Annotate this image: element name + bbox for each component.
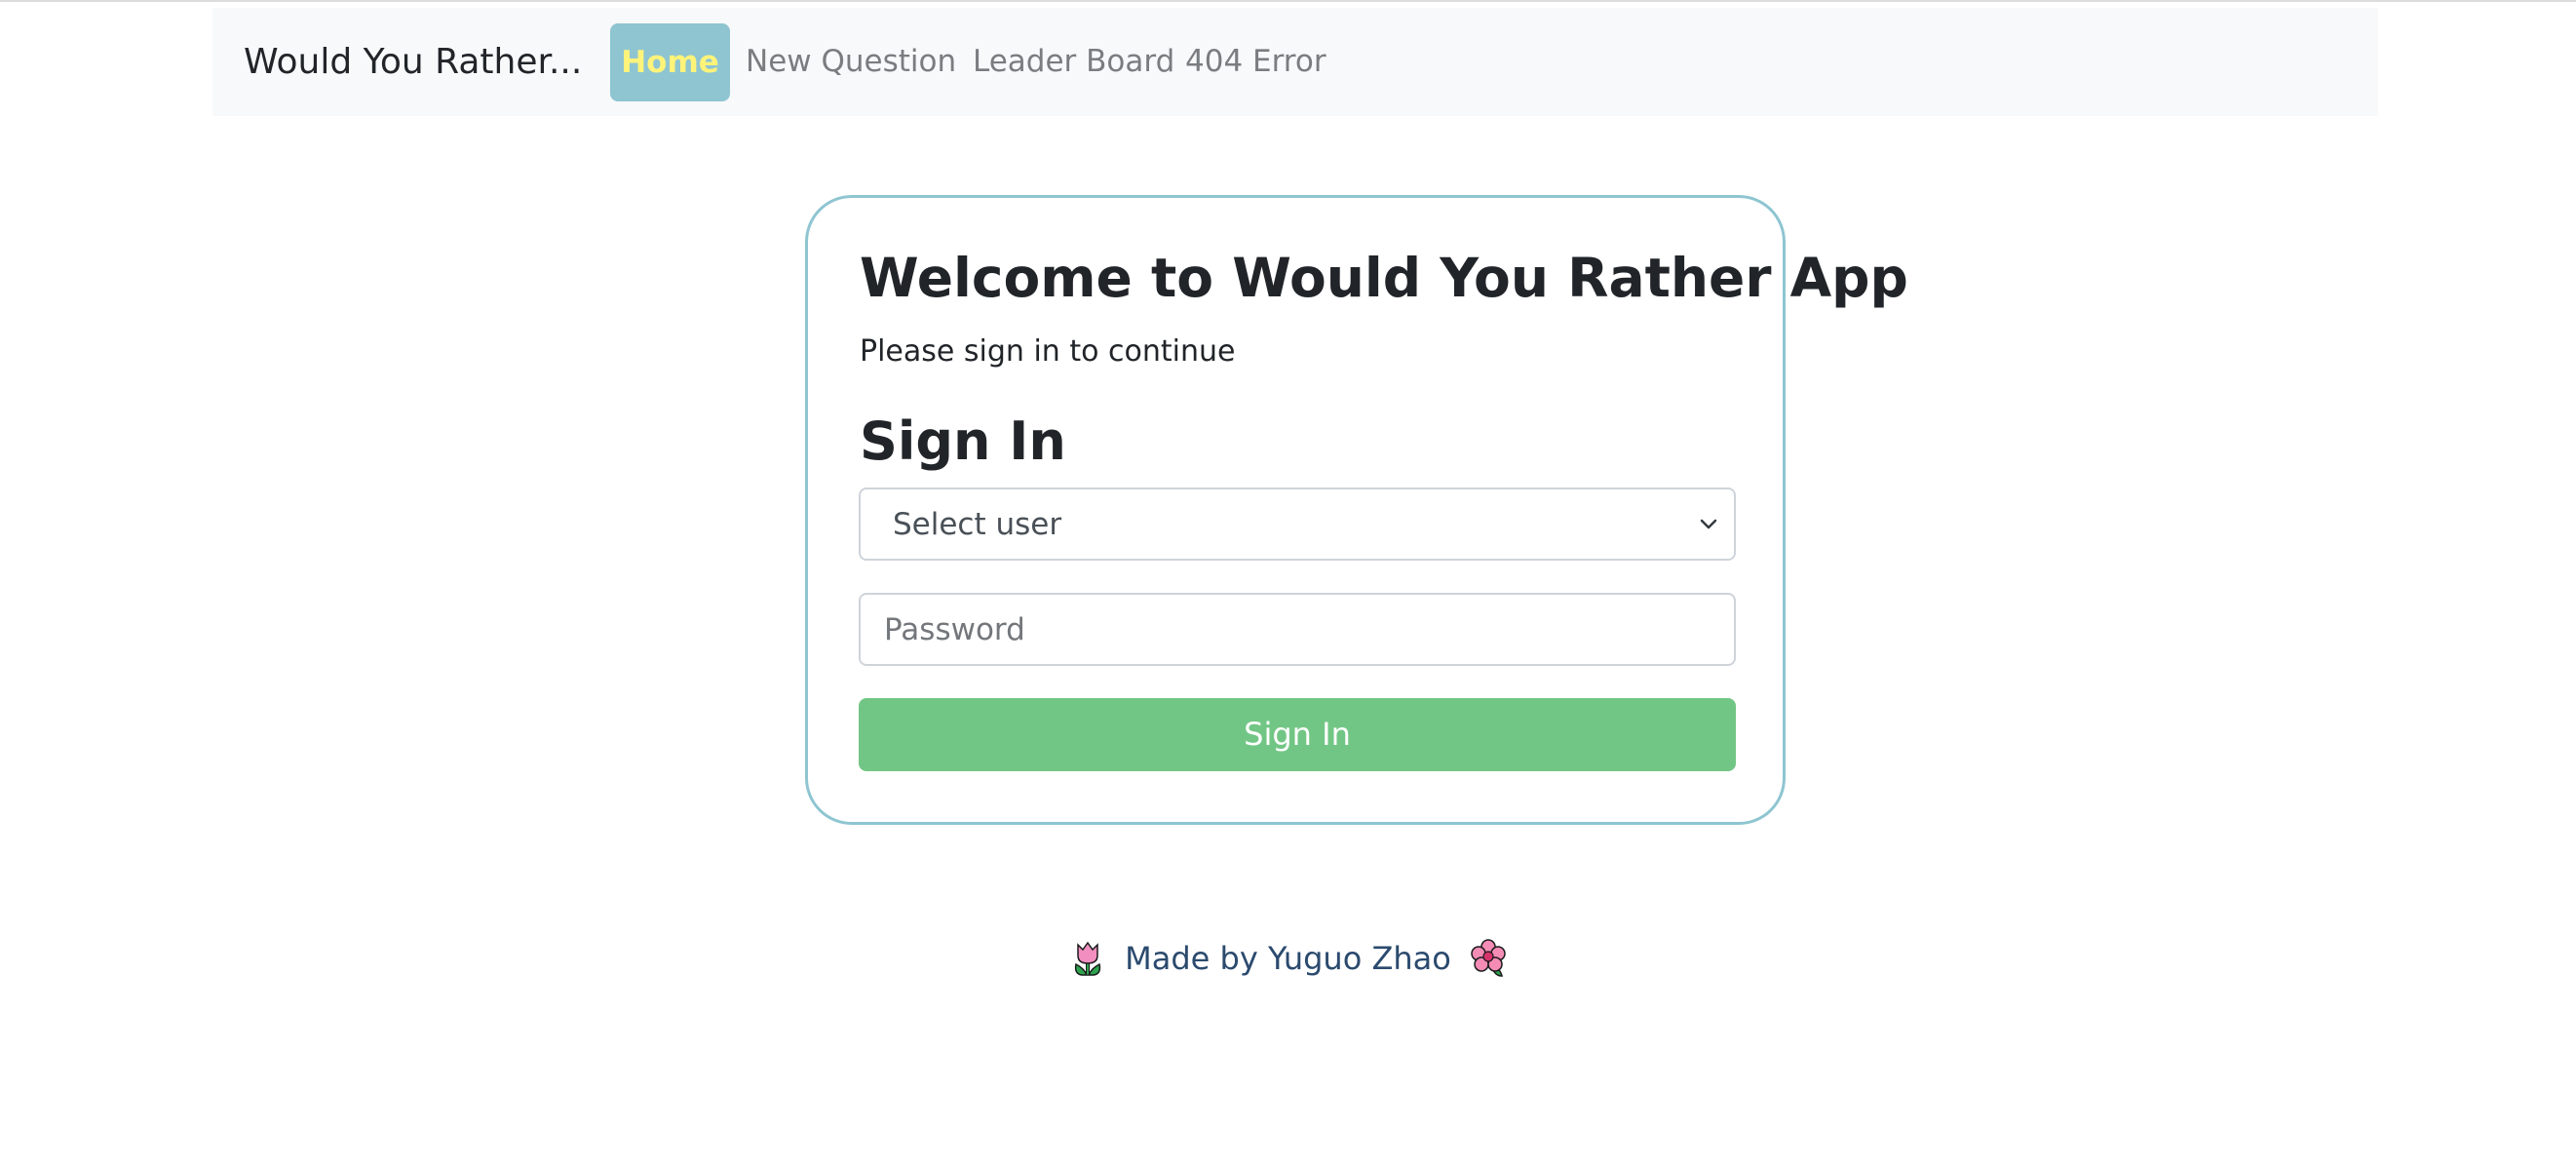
- footer-credit: Made by Yuguo Zhao: [1125, 940, 1451, 977]
- nav-new-question[interactable]: New Question: [746, 8, 956, 116]
- top-border: [0, 0, 2576, 2]
- tulip-icon: [1074, 941, 1101, 976]
- password-field[interactable]: [859, 593, 1736, 666]
- user-select[interactable]: Select user: [859, 488, 1736, 561]
- sign-in-heading: Sign In: [860, 410, 1066, 472]
- navbar: Would You Rather... Home New Question Le…: [212, 8, 2378, 116]
- sign-in-button[interactable]: Sign In: [859, 698, 1736, 771]
- nav-leader-board[interactable]: Leader Board: [973, 8, 1174, 116]
- brand-title[interactable]: Would You Rather...: [244, 8, 582, 116]
- hibiscus-icon: [1471, 939, 1506, 977]
- user-select-value: Select user: [893, 507, 1062, 542]
- nav-home[interactable]: Home: [610, 23, 730, 101]
- sign-in-card: Welcome to Would You Rather App Please s…: [805, 195, 1908, 825]
- page-title: Welcome to Would You Rather App: [860, 247, 1908, 309]
- nav-404-error[interactable]: 404 Error: [1185, 8, 1326, 116]
- sign-in-subtitle: Please sign in to continue: [860, 334, 1236, 369]
- footer: Made by Yuguo Zhao: [0, 938, 2576, 978]
- chevron-down-icon: [1700, 519, 1717, 529]
